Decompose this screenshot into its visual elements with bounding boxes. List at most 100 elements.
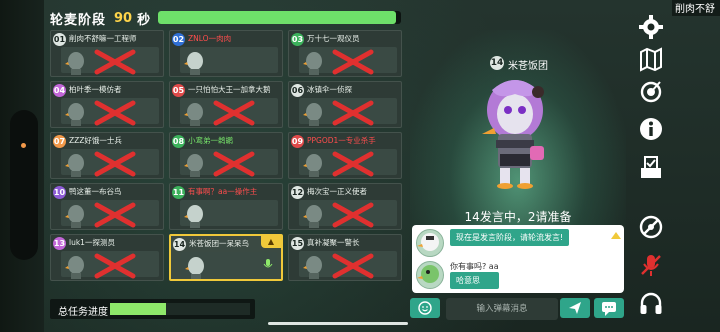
- goose-avatar-icon: [303, 103, 322, 126]
- player-name: 鸭这董一布谷鸟: [69, 187, 122, 196]
- player-number-badge: 12: [291, 186, 304, 199]
- phase-timer-fill: [158, 11, 397, 24]
- eliminated-cross-icon: [332, 253, 374, 279]
- home-indicator[interactable]: [268, 322, 408, 325]
- chat-input[interactable]: [446, 298, 558, 320]
- goose-avatar-icon: [184, 154, 203, 177]
- side-handle[interactable]: [10, 110, 38, 260]
- speaker-goose-avatar[interactable]: [470, 70, 560, 192]
- eliminated-cross-icon: [332, 49, 374, 75]
- player-number-badge: 13: [53, 237, 66, 250]
- player-number-badge: 10: [53, 186, 66, 199]
- target-icon[interactable]: [638, 78, 664, 104]
- player-name: PPGOD1一专业杀手: [307, 136, 376, 145]
- phase-timer-bar: [158, 11, 401, 24]
- player-number-badge: 15: [291, 237, 304, 250]
- goose-avatar-icon: [185, 257, 204, 279]
- chat-panel[interactable]: 现在是发言阶段，请轮流发言! 你有事吗? aa 哈意思: [412, 225, 624, 293]
- player-card[interactable]: 03 万十七一观仪员: [288, 30, 402, 77]
- speaker-tag-icon: ▲: [261, 236, 281, 248]
- quick-phrase-button[interactable]: [594, 298, 624, 318]
- eliminated-cross-icon: [94, 151, 136, 177]
- chat-avatar: [416, 229, 444, 257]
- goose-avatar-icon: [303, 154, 322, 177]
- player-number-badge: 09: [291, 135, 304, 148]
- player-card[interactable]: 14 米苍饭团一呆呆鸟 ▲: [169, 234, 283, 281]
- eliminated-cross-icon: [94, 253, 136, 279]
- paper-plane-icon: [569, 302, 581, 314]
- player-card[interactable]: 12 梅次宝一正义使者: [288, 183, 402, 230]
- chat-scroll-up-icon[interactable]: [611, 232, 621, 239]
- player-name: 真补凝聚一警长: [307, 238, 360, 247]
- player-name: 削肉不舒嘛一工程师: [69, 34, 137, 43]
- goose-avatar-icon: [303, 52, 322, 75]
- device-bezel-left: [0, 0, 44, 332]
- player-number-badge: 11: [172, 186, 185, 199]
- eliminated-cross-icon: [213, 100, 255, 126]
- speech-bubble-icon: [602, 302, 616, 316]
- countdown-unit: 秒: [137, 12, 151, 28]
- eliminated-cross-icon: [332, 202, 374, 228]
- send-button[interactable]: [560, 298, 590, 318]
- player-card[interactable]: 02 ZNLO一肉肉: [169, 30, 283, 77]
- player-number-badge: 14: [173, 238, 186, 251]
- chat-input-bar: [410, 298, 624, 320]
- smiley-icon: [418, 301, 432, 315]
- player-card[interactable]: 08 小鸾弟一鹈鹕: [169, 132, 283, 179]
- player-card[interactable]: 05 一只怕怕大王一加拿大鹅: [169, 81, 283, 128]
- player-name: 柏叶季一模仿者: [69, 85, 122, 94]
- goose-avatar-icon: [417, 265, 439, 283]
- vote-box-icon[interactable]: [638, 154, 664, 180]
- player-card[interactable]: 04 柏叶季一模仿者: [50, 81, 164, 128]
- goose-avatar-icon: [65, 52, 84, 75]
- headphone-icon[interactable]: [638, 290, 664, 316]
- gear-icon[interactable]: [638, 14, 664, 40]
- goose-avatar-icon: [184, 52, 203, 75]
- player-number-badge: 03: [291, 33, 304, 46]
- map-icon[interactable]: [638, 46, 664, 72]
- player-name: 梅次宝一正义使者: [307, 187, 367, 196]
- chat-message: 现在是发言阶段，请轮流发言!: [416, 229, 570, 257]
- player-number-badge: 02: [172, 33, 185, 46]
- top-right-player-label: 削肉不舒: [672, 0, 720, 16]
- player-card[interactable]: 13 luk1一探测员: [50, 234, 164, 281]
- player-card[interactable]: 11 有事啊？aa一操作主: [169, 183, 283, 230]
- info-icon[interactable]: [638, 116, 664, 142]
- eliminated-cross-icon: [94, 49, 136, 75]
- phase-header: 轮麦阶段 90 秒: [50, 8, 150, 28]
- player-name: 万十七一观仪员: [307, 34, 360, 43]
- player-card[interactable]: 09 PPGOD1一专业杀手: [288, 132, 402, 179]
- goose-avatar-icon: [417, 233, 439, 251]
- player-card[interactable]: 01 削肉不舒嘛一工程师: [50, 30, 164, 77]
- chat-avatar: [416, 261, 444, 289]
- player-name: ZNLO一肉肉: [188, 34, 232, 43]
- player-name: 小鸾弟一鹈鹕: [188, 136, 233, 145]
- mic-off-icon[interactable]: [638, 252, 664, 278]
- speaker-number-badge: 14: [490, 56, 504, 70]
- task-progress-track: [110, 303, 250, 315]
- player-card[interactable]: 07 ZZZ好饿一士兵: [50, 132, 164, 179]
- eliminated-cross-icon: [213, 151, 255, 177]
- eliminated-cross-icon: [332, 100, 374, 126]
- player-card[interactable]: 15 真补凝聚一警长: [288, 234, 402, 281]
- player-number-badge: 01: [53, 33, 66, 46]
- goose-avatar-icon: [184, 205, 203, 228]
- player-name: 一只怕怕大王一加拿大鹅: [188, 85, 271, 94]
- player-number-badge: 04: [53, 84, 66, 97]
- mute-icon[interactable]: [638, 214, 664, 240]
- chat-bubble: 现在是发言阶段，请轮流发言!: [450, 229, 570, 246]
- task-progress-label: 总任务进度: [58, 307, 108, 318]
- player-name: ZZZ好饿一士兵: [69, 136, 122, 145]
- player-name: 冰镇伞一侦探: [307, 85, 352, 94]
- notification-dot: [21, 143, 26, 148]
- player-card[interactable]: 10 鸭这董一布谷鸟: [50, 183, 164, 230]
- goose-avatar-icon: [65, 256, 84, 279]
- goose-avatar-icon: [303, 205, 322, 228]
- eliminated-cross-icon: [332, 151, 374, 177]
- eliminated-cross-icon: [94, 100, 136, 126]
- player-card[interactable]: 06 冰镇伞一侦探: [288, 81, 402, 128]
- emoji-button[interactable]: [410, 298, 440, 318]
- player-number-badge: 06: [291, 84, 304, 97]
- goose-avatar-icon: [303, 256, 322, 279]
- player-number-badge: 07: [53, 135, 66, 148]
